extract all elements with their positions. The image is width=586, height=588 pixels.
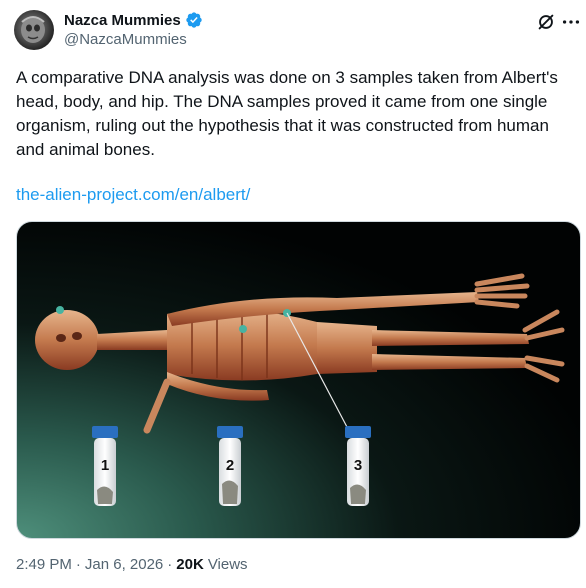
tweet-meta: 2:49 PM · Jan 6, 2026 · 20K Views	[16, 556, 248, 573]
views-count: 20K	[176, 556, 204, 573]
verified-badge-icon[interactable]	[185, 11, 203, 29]
grok-slash-icon[interactable]	[535, 11, 557, 33]
meta-separator: ·	[167, 556, 173, 573]
tweet-date[interactable]: Jan 6, 2026	[85, 556, 163, 573]
sample-label-3: 3	[354, 457, 362, 474]
mummy-avatar-icon	[21, 16, 45, 43]
more-dots-icon[interactable]	[560, 11, 582, 33]
tweet-text: A comparative DNA analysis was done on 3…	[16, 68, 558, 159]
sample-label-2: 2	[226, 457, 234, 474]
meta-separator: ·	[75, 556, 81, 573]
avatar[interactable]	[14, 10, 54, 50]
tweet: Nazca Mummies @NazcaMummies A comparativ…	[0, 0, 586, 588]
author-handle[interactable]: @NazcaMummies	[64, 31, 187, 48]
tweet-media[interactable]: 1 2 3	[16, 221, 581, 539]
display-name[interactable]: Nazca Mummies	[64, 12, 181, 29]
tweet-time[interactable]: 2:49 PM	[16, 556, 72, 573]
sample-label-1: 1	[101, 457, 109, 474]
mummy-scan-image: 1 2 3	[35, 273, 565, 506]
tweet-link[interactable]: the-alien-project.com/en/albert/	[16, 183, 250, 207]
author-name-row: Nazca Mummies	[64, 10, 203, 30]
views-label: Views	[207, 556, 248, 573]
